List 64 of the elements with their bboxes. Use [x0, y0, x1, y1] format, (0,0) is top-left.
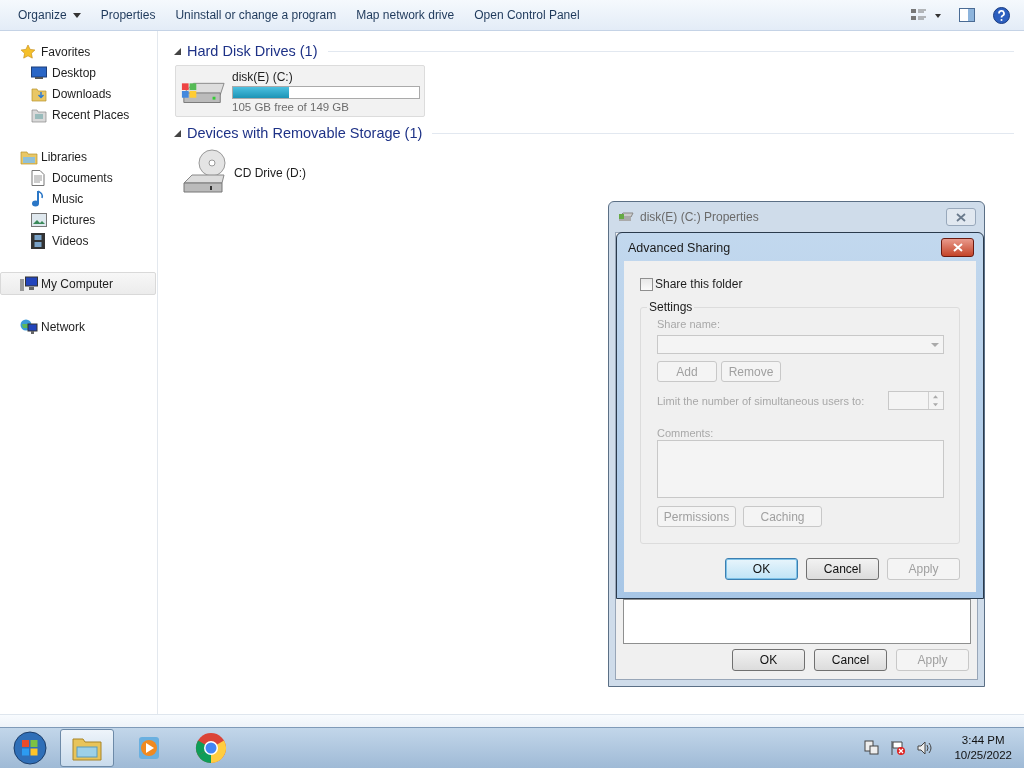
monitor-icon — [31, 65, 47, 80]
sidebar-item[interactable]: Network — [0, 316, 156, 337]
checkbox[interactable] — [640, 277, 653, 291]
dialog-button[interactable]: OK — [732, 649, 805, 671]
sidebar-item[interactable]: Desktop — [0, 62, 156, 83]
free-space-text: 105 GB free of 149 GB — [232, 100, 350, 113]
play-icon — [136, 735, 162, 761]
view-options-icon[interactable] — [911, 8, 941, 22]
dialog-title: Advanced Sharing — [628, 240, 731, 255]
checkbox-label: Share this folder — [655, 277, 743, 291]
dropdown-arrow-icon — [931, 342, 939, 347]
close-icon — [952, 243, 963, 252]
caret-icon — [72, 12, 81, 18]
collapse-triangle-icon[interactable] — [174, 129, 181, 137]
taskbar-app[interactable] — [60, 729, 114, 767]
sidebar-item[interactable]: Music — [0, 188, 156, 209]
close-icon — [956, 212, 966, 222]
sidebar-item[interactable]: Favorites — [0, 41, 156, 62]
preview-pane-icon[interactable] — [959, 8, 975, 22]
sidebar-item[interactable]: Pictures — [0, 209, 156, 230]
toolbar-button[interactable]: Open Control Panel — [464, 3, 590, 27]
field-label: Limit the number of simultaneous users to: — [657, 394, 865, 407]
film-icon — [31, 232, 45, 249]
folder-icon — [31, 106, 47, 123]
music-note-icon — [31, 189, 45, 208]
folder-icon — [31, 85, 47, 102]
toolbar-button[interactable]: Map network drive — [346, 3, 465, 27]
sidebar-item[interactable]: Libraries — [0, 146, 156, 167]
folder-icon — [72, 735, 102, 761]
section-heading: Devices with Removable Storage (1) — [187, 125, 423, 141]
drive-tile[interactable]: CD Drive (D:) — [175, 147, 425, 199]
group-title: Settings — [648, 300, 694, 314]
toolbar-button[interactable]: Organize — [8, 3, 91, 27]
folder-icon — [20, 148, 38, 165]
toolbar-button[interactable]: Properties — [90, 3, 166, 27]
field-label: Comments: — [657, 427, 715, 439]
sidebar-item[interactable]: Recent Places — [0, 104, 156, 125]
close-button[interactable] — [941, 238, 974, 257]
clock[interactable]: 3:44 PM 10/25/2022 — [954, 733, 1012, 763]
dialog-button[interactable]: Cancel — [806, 558, 879, 580]
collapse-triangle-icon[interactable] — [174, 47, 181, 55]
dialog-title: disk(E) (C:) Properties — [640, 210, 759, 224]
toolbar-button[interactable]: Uninstall or change a program — [165, 3, 347, 27]
network-status-icon[interactable] — [864, 740, 881, 756]
sidebar-item[interactable]: Videos — [0, 230, 156, 251]
network-icon — [20, 318, 38, 335]
picture-icon — [31, 212, 47, 227]
sidebar-item[interactable]: Documents — [0, 167, 156, 188]
star-icon — [20, 43, 36, 60]
computer-icon — [20, 275, 38, 292]
dialog-button[interactable]: OK — [725, 558, 798, 580]
flag-alert-icon[interactable] — [890, 740, 907, 756]
sidebar-item[interactable]: Downloads — [0, 83, 156, 104]
speaker-icon[interactable] — [916, 740, 933, 756]
document-icon — [31, 169, 45, 186]
browser-icon — [195, 732, 227, 764]
dialog-button[interactable]: Cancel — [814, 649, 887, 671]
field-label: Share name: — [657, 318, 721, 330]
start-orb-icon — [13, 731, 47, 765]
section-heading: Hard Disk Drives (1) — [187, 43, 318, 59]
help-icon[interactable] — [993, 6, 1010, 24]
drive-tile[interactable]: disk(E) (C:) 105 GB free of 149 GB — [175, 65, 425, 117]
drive-icon — [618, 211, 634, 223]
sidebar-item[interactable]: My Computer — [0, 272, 156, 295]
